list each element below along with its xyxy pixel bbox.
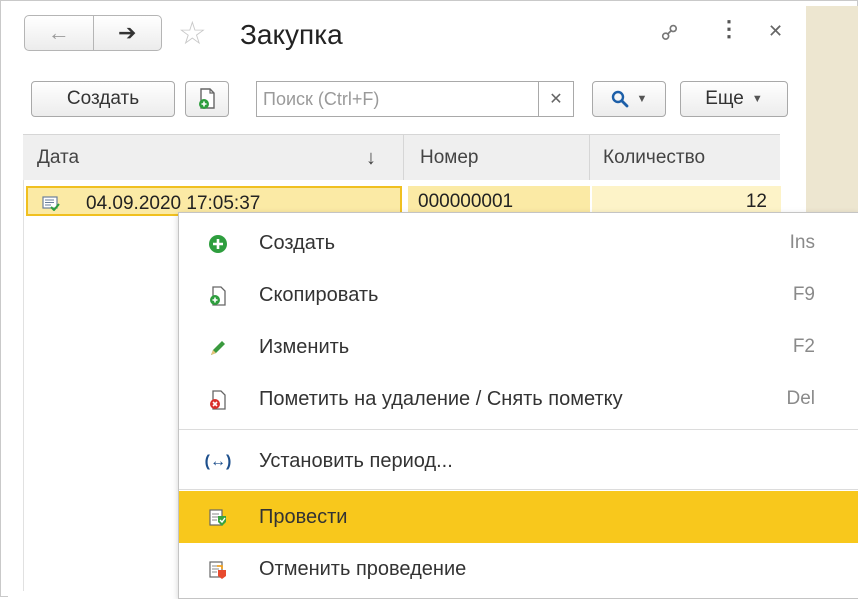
search-input[interactable]: [257, 83, 538, 115]
create-button[interactable]: Создать: [31, 81, 175, 117]
column-header-date[interactable]: Дата: [37, 135, 79, 181]
menu-item-label: Отменить проведение: [259, 558, 467, 580]
menu-divider: [179, 429, 858, 430]
close-icon: ✕: [549, 91, 563, 108]
arrow-left-icon: ←: [47, 20, 70, 45]
copy-doc-icon: [207, 285, 229, 307]
number-value: 000000001: [418, 191, 514, 212]
copy-button[interactable]: [185, 81, 229, 117]
add-icon: [207, 233, 229, 255]
arrow-right-icon: ➔: [118, 20, 137, 45]
table-header: Дата ↓ Номер Количество: [23, 134, 780, 182]
menu-item-create[interactable]: Создать Ins: [179, 217, 858, 269]
search-field: ✕: [256, 81, 574, 117]
menu-item-mark-delete[interactable]: Пометить на удаление / Снять пометку Del: [179, 373, 858, 425]
quantity-value: 12: [745, 191, 767, 212]
column-divider[interactable]: [589, 135, 590, 181]
search-icon: [611, 90, 628, 108]
chevron-down-icon: ▼: [636, 93, 648, 105]
column-header-quantity[interactable]: Количество: [603, 135, 705, 181]
chevron-down-icon: ▼: [751, 93, 763, 105]
star-icon[interactable]: ☆: [178, 16, 207, 50]
page-title: Закупка: [240, 19, 343, 50]
menu-item-shortcut: F9: [792, 284, 815, 305]
clear-search-button[interactable]: ✕: [538, 82, 573, 116]
period-icon: (↔): [204, 453, 232, 470]
menu-item-shortcut: Del: [786, 388, 815, 409]
navigation-buttons: ← ➔: [24, 15, 162, 51]
post-document-icon: [207, 507, 229, 529]
context-menu: Создать Ins Скопировать F9 Изменить F2 П…: [178, 212, 858, 599]
copy-doc-icon: [199, 88, 215, 109]
menu-item-label: Изменить: [259, 336, 350, 358]
menu-item-unpost[interactable]: Отменить проведение: [179, 543, 858, 595]
menu-item-label: Скопировать: [259, 284, 379, 306]
menu-item-edit[interactable]: Изменить F2: [179, 321, 858, 373]
sort-down-icon: ↓: [366, 147, 376, 169]
menu-item-post[interactable]: Провести: [179, 491, 858, 543]
column-divider[interactable]: [403, 135, 404, 181]
delete-mark-icon: [207, 389, 229, 411]
search-button[interactable]: ▼: [592, 81, 666, 117]
close-icon[interactable]: ✕: [768, 21, 783, 42]
more-vertical-icon[interactable]: ⋮: [718, 18, 740, 40]
menu-item-shortcut: Ins: [789, 232, 815, 253]
menu-item-copy[interactable]: Скопировать F9: [179, 269, 858, 321]
menu-item-shortcut: F2: [792, 336, 815, 357]
menu-item-label: Пометить на удаление / Снять пометку: [259, 388, 623, 410]
menu-item-label: Создать: [259, 232, 336, 254]
pencil-icon: [207, 337, 229, 359]
posted-document-icon: [42, 196, 60, 211]
menu-item-label: Установить период...: [259, 450, 453, 472]
column-header-number[interactable]: Номер: [420, 135, 478, 181]
more-button[interactable]: Еще ▼: [680, 81, 788, 117]
unpost-document-icon: [207, 559, 229, 581]
back-button[interactable]: ←: [25, 16, 94, 50]
link-icon[interactable]: ⚯: [655, 17, 686, 48]
menu-divider: [179, 489, 858, 490]
forward-button[interactable]: ➔: [94, 16, 162, 50]
menu-item-set-period[interactable]: (↔) Установить период...: [179, 435, 858, 487]
menu-item-label: Провести: [259, 506, 348, 528]
more-button-label: Еще: [705, 88, 744, 109]
